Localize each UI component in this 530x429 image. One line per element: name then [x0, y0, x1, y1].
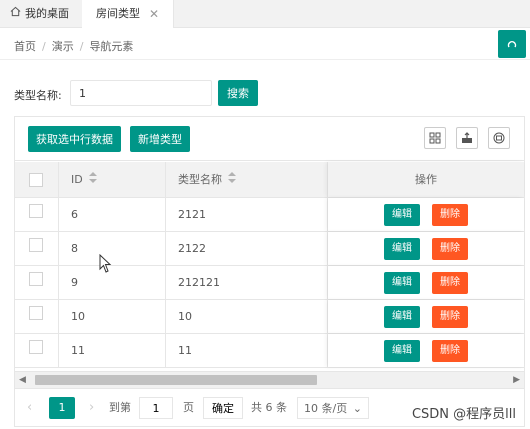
cell-operations: 编辑 删除 [328, 266, 524, 299]
tab-bar: 我的桌面 房间类型 ✕ [0, 0, 530, 28]
table-row: 10 10 编辑 删除 [15, 300, 524, 334]
cell-type-name: 2122 [166, 232, 328, 265]
next-page-icon[interactable]: › [89, 397, 94, 419]
cell-id: 11 [59, 334, 166, 367]
goto-label: 到第 [109, 401, 131, 414]
edit-button[interactable]: 编辑 [384, 306, 420, 328]
scroll-left-icon[interactable]: ◀ [19, 375, 26, 385]
cell-operations: 编辑 删除 [328, 334, 524, 367]
home-icon [10, 0, 21, 28]
refresh-icon [507, 40, 517, 47]
table-panel: 获取选中行数据 新增类型 ID 类型名称 操作 6 2121 编辑 删除 8 21… [14, 116, 525, 389]
goto-confirm-button[interactable]: 确定 [203, 397, 243, 419]
horizontal-scrollbar[interactable]: ◀ ▶ [15, 371, 524, 388]
sort-icon[interactable] [88, 162, 97, 198]
header-id[interactable]: ID [59, 162, 166, 197]
table-row: 11 11 编辑 删除 [15, 334, 524, 368]
cell-id: 10 [59, 300, 166, 333]
header-type-name-label: 类型名称 [178, 173, 222, 186]
table-row: 6 2121 编辑 删除 [15, 198, 524, 232]
delete-button[interactable]: 删除 [432, 204, 468, 226]
row-checkbox-cell [15, 266, 59, 299]
page-size-select[interactable]: 10 条/页 ⌄ [297, 397, 369, 419]
mouse-cursor-icon [99, 253, 113, 277]
cell-type-name: 2121 [166, 198, 328, 231]
header-id-label: ID [71, 173, 83, 186]
select-all-checkbox[interactable] [29, 173, 43, 187]
page-unit-label: 页 [183, 401, 194, 414]
header-operations: 操作 [328, 162, 524, 197]
breadcrumb-home[interactable]: 首页 [14, 40, 36, 53]
search-button[interactable]: 搜索 [218, 80, 258, 106]
row-checkbox-cell [15, 232, 59, 265]
type-name-search-input[interactable] [70, 80, 212, 106]
close-icon[interactable]: ✕ [149, 0, 159, 28]
scrollbar-thumb[interactable] [35, 375, 317, 385]
breadcrumb-nav-elements: 导航元素 [89, 40, 134, 53]
row-checkbox-cell [15, 198, 59, 231]
table-row: 9 212121 编辑 删除 [15, 266, 524, 300]
edit-button[interactable]: 编辑 [384, 340, 420, 362]
cell-type-name: 10 [166, 300, 328, 333]
chevron-down-icon: ⌄ [352, 402, 362, 415]
row-checkbox[interactable] [29, 306, 43, 320]
edit-button[interactable]: 编辑 [384, 204, 420, 226]
tab-home[interactable]: 我的桌面 [0, 0, 82, 28]
watermark: CSDN @程序员lll [411, 407, 516, 422]
table-header-row: ID 类型名称 操作 [15, 162, 524, 198]
breadcrumb-demo[interactable]: 演示 [52, 40, 74, 53]
delete-button[interactable]: 删除 [432, 340, 468, 362]
row-checkbox[interactable] [29, 238, 43, 252]
add-type-button[interactable]: 新增类型 [130, 126, 190, 152]
sort-icon[interactable] [228, 162, 236, 198]
tab-room-type[interactable]: 房间类型 ✕ [82, 0, 174, 28]
refresh-button[interactable] [498, 30, 526, 58]
search-label: 类型名称: [14, 89, 62, 102]
columns-icon[interactable] [424, 127, 446, 149]
delete-button[interactable]: 删除 [432, 306, 468, 328]
delete-button[interactable]: 删除 [432, 272, 468, 294]
breadcrumb-separator: / [79, 40, 84, 53]
header-type-name[interactable]: 类型名称 [166, 162, 328, 197]
delete-button[interactable]: 删除 [432, 238, 468, 260]
export-icon[interactable] [456, 127, 478, 149]
row-checkbox-cell [15, 334, 59, 367]
tab-room-type-label: 房间类型 [96, 7, 140, 20]
breadcrumb: 首页 / 演示 / 导航元素 [14, 38, 133, 54]
prev-page-icon[interactable]: ‹ [27, 397, 32, 419]
cell-operations: 编辑 删除 [328, 198, 524, 231]
scroll-right-icon[interactable]: ▶ [513, 375, 520, 385]
row-checkbox[interactable] [29, 204, 43, 218]
cell-operations: 编辑 删除 [328, 232, 524, 265]
breadcrumb-bar: 首页 / 演示 / 导航元素 [0, 28, 530, 60]
page-size-value: 10 条/页 [304, 402, 348, 415]
header-checkbox-cell [15, 162, 59, 197]
total-count: 共 6 条 [251, 401, 287, 414]
cell-operations: 编辑 删除 [328, 300, 524, 333]
row-checkbox-cell [15, 300, 59, 333]
row-checkbox[interactable] [29, 272, 43, 286]
current-page[interactable]: 1 [49, 397, 75, 419]
breadcrumb-separator: / [42, 40, 46, 53]
goto-page-input[interactable] [139, 397, 173, 419]
tab-home-label: 我的桌面 [25, 7, 69, 20]
get-selected-rows-button[interactable]: 获取选中行数据 [28, 126, 121, 152]
cell-type-name: 212121 [166, 266, 328, 299]
table-row: 8 2122 编辑 删除 [15, 232, 524, 266]
table-toolbar: 获取选中行数据 新增类型 [15, 117, 524, 161]
edit-button[interactable]: 编辑 [384, 272, 420, 294]
row-checkbox[interactable] [29, 340, 43, 354]
print-icon[interactable] [488, 127, 510, 149]
cell-id: 6 [59, 198, 166, 231]
cell-type-name: 11 [166, 334, 328, 367]
edit-button[interactable]: 编辑 [384, 238, 420, 260]
